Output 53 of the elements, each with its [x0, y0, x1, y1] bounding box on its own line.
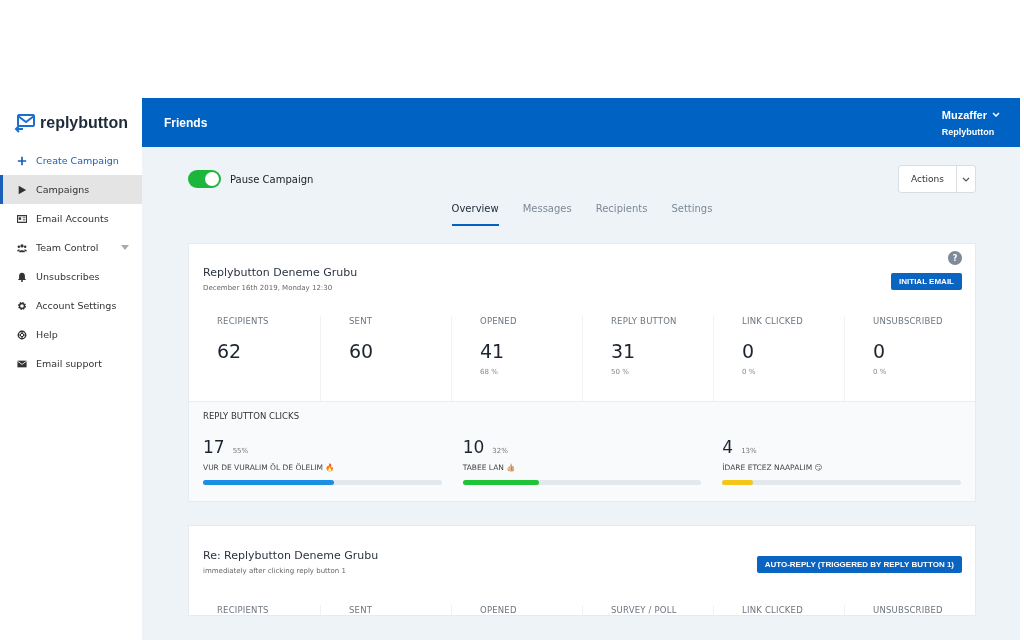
stat-label: OPENED: [480, 605, 518, 615]
stat-label: UNSUBSCRIBED: [873, 605, 944, 615]
tab[interactable]: Overview: [451, 199, 499, 226]
stat-label: LINK CLICKED: [742, 316, 804, 326]
sidebar-item[interactable]: Unsubscribes: [0, 262, 142, 291]
stat-value: 0: [873, 340, 887, 362]
help-icon[interactable]: ?: [948, 251, 962, 265]
settings-icon: [17, 300, 27, 311]
stat-value: 0: [742, 340, 756, 362]
chevron-icon: [992, 112, 1000, 117]
stat-label: UNSUBSCRIBED: [873, 316, 944, 326]
sidebar-item[interactable]: Account Settings: [0, 291, 142, 320]
stat-label: SENT: [349, 316, 374, 326]
play-icon: [17, 184, 27, 195]
stat-label: SURVEY / POLL: [611, 605, 678, 615]
toggle-switch[interactable]: [188, 170, 221, 188]
sidebar-item[interactable]: Team Control: [0, 233, 142, 262]
id-card-icon: [17, 213, 27, 224]
logo-text: replybutton: [40, 114, 128, 132]
message-type-button[interactable]: AUTO-REPLY (TRIGGERED BY REPLY BUTTON 1): [756, 556, 962, 573]
stat-value: 60: [349, 340, 375, 362]
user-menu[interactable]: Muzaffer: [941, 108, 1000, 121]
click-count: 4: [722, 437, 734, 457]
page-title: Friends: [164, 115, 208, 130]
plus-icon: [17, 155, 27, 166]
sidebar-item[interactable]: Campaigns: [0, 175, 142, 204]
card-title: Re: Replybutton Deneme Grubu: [203, 549, 379, 562]
stat-label: REPLY BUTTON: [611, 316, 678, 326]
toggle-label: Pause Campaign: [230, 173, 314, 185]
sidebar-item[interactable]: Email Accounts: [0, 204, 142, 233]
stat-label: LINK CLICKED: [742, 605, 804, 615]
click-count: 17: [203, 437, 225, 457]
sidebar-item[interactable]: Create Campaign: [0, 146, 142, 175]
envelope-icon: [17, 358, 27, 369]
bell-icon: [17, 271, 27, 282]
company-name: Replybutton: [941, 126, 996, 137]
lifebuoy-icon: [17, 329, 27, 340]
sidebar-item[interactable]: Help: [0, 320, 142, 349]
stat-label: OPENED: [480, 316, 518, 326]
message-type-button[interactable]: INITIAL EMAIL: [891, 273, 962, 290]
click-count: 10: [462, 437, 485, 457]
stat-value: 62: [217, 340, 243, 362]
card-title: Replybutton Deneme Grubu: [203, 266, 358, 279]
sidebar-item[interactable]: Email support: [0, 349, 142, 378]
section-title: REPLY BUTTON CLICKS: [203, 411, 301, 421]
team-icon: [17, 242, 27, 253]
chevron-icon: [962, 176, 970, 182]
stat-value: 31: [611, 340, 637, 362]
logo-icon: [14, 113, 36, 133]
stat-label: RECIPIENTS: [217, 605, 270, 615]
stat-label: SENT: [349, 605, 374, 615]
stat-label: RECIPIENTS: [217, 316, 270, 326]
stat-value: 41: [480, 340, 506, 362]
